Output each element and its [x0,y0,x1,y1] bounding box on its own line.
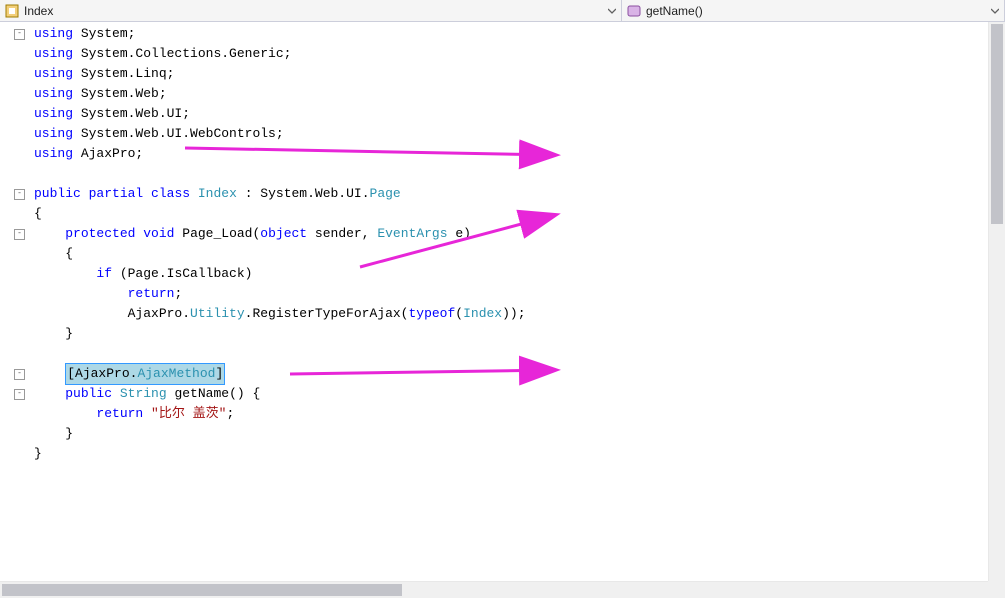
vertical-scrollbar[interactable] [988,22,1005,581]
fold-toggle[interactable]: - [14,389,25,400]
fold-toggle[interactable]: - [14,369,25,380]
chevron-down-icon [990,6,1000,16]
fold-toggle[interactable]: - [14,29,25,40]
fold-toggle[interactable]: - [14,229,25,240]
type-dropdown-label: Index [24,4,53,18]
code-editor[interactable]: - - - - - using System; using System.Collect… [0,22,1005,598]
member-navigation-bar: Index getName() [0,0,1005,22]
class-icon [4,3,20,19]
code-area[interactable]: using System; using System.Collections.G… [22,22,1005,598]
member-dropdown-label: getName() [646,4,703,18]
member-dropdown[interactable]: getName() [622,0,1005,21]
chevron-down-icon [607,6,617,16]
fold-toggle[interactable]: - [14,189,25,200]
fold-gutter: - - - - - [0,22,22,598]
vertical-scroll-thumb[interactable] [991,24,1003,224]
method-icon [626,3,642,19]
type-dropdown[interactable]: Index [0,0,622,21]
scrollbar-corner [988,581,1005,598]
horizontal-scrollbar[interactable] [0,581,988,598]
horizontal-scroll-thumb[interactable] [2,584,402,596]
